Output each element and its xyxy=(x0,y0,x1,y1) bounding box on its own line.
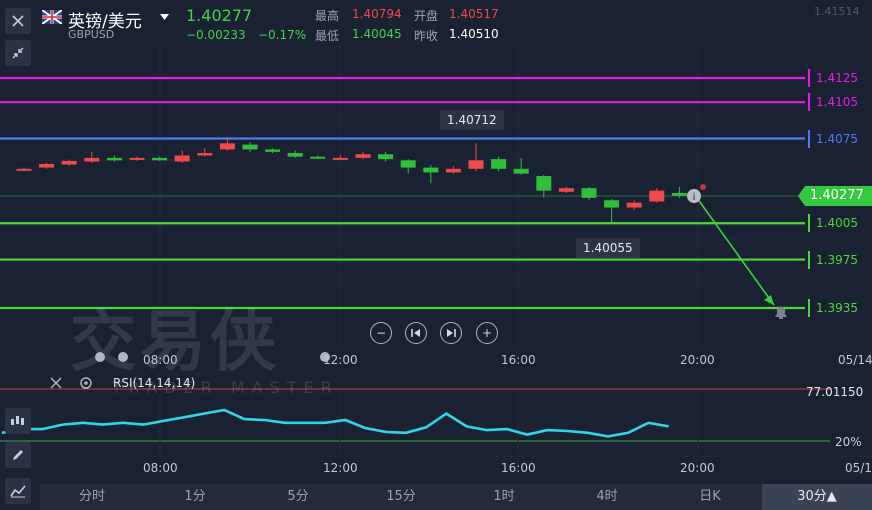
step-back-button[interactable] xyxy=(405,322,427,344)
current-price-tag: 1.40277 xyxy=(798,186,872,206)
level-label: 1.4105 xyxy=(808,93,872,112)
line-chart-icon xyxy=(10,485,26,498)
candle-body[interactable] xyxy=(265,149,281,152)
candle-body[interactable] xyxy=(287,153,303,157)
candle-body[interactable] xyxy=(445,168,461,173)
candle-body[interactable] xyxy=(219,143,235,150)
candle-body[interactable] xyxy=(536,176,552,191)
tab-4hour[interactable]: 4时 xyxy=(567,484,647,510)
candle-body[interactable] xyxy=(310,156,326,159)
time-label: 05/14 xyxy=(838,353,872,367)
candle-body[interactable] xyxy=(604,200,620,208)
plus-icon: + xyxy=(481,326,493,340)
tab-timeline[interactable]: 分时 xyxy=(52,484,132,510)
minus-icon: − xyxy=(375,326,387,340)
rsi-line xyxy=(1,408,669,438)
zoom-out-button[interactable]: − xyxy=(370,322,392,344)
tab-5min[interactable]: 5分 xyxy=(258,484,338,510)
time-label: 20:00 xyxy=(680,461,715,475)
candle-body[interactable] xyxy=(129,157,145,160)
dot-indicator xyxy=(118,352,128,362)
tab-30min[interactable]: 30分▲ xyxy=(762,484,872,510)
level-label: 1.4075 xyxy=(808,129,872,148)
candle-body[interactable] xyxy=(400,160,416,168)
rsi-lower-value: 20% xyxy=(835,435,862,449)
candle-body[interactable] xyxy=(649,190,665,202)
zoom-in-button[interactable]: + xyxy=(476,322,498,344)
candle-body[interactable] xyxy=(671,193,687,196)
tab-daily[interactable]: 日K xyxy=(670,484,750,510)
candle-body[interactable] xyxy=(626,202,642,208)
candle-body[interactable] xyxy=(152,157,168,161)
level-label: 1.4005 xyxy=(808,214,872,233)
step-back-icon xyxy=(411,329,420,337)
close-indicator-icon[interactable] xyxy=(50,377,62,389)
step-forward-button[interactable] xyxy=(440,322,462,344)
time-label: 05/14 xyxy=(845,461,872,475)
level-label: 1.3975 xyxy=(808,250,872,269)
rsi-upper-value: 77.01150 xyxy=(806,385,864,399)
tab-15min[interactable]: 15分 xyxy=(361,484,441,510)
candle-body[interactable] xyxy=(61,160,77,165)
time-label: 08:00 xyxy=(143,461,178,475)
time-label: 20:00 xyxy=(680,353,715,367)
rsi-label: RSI(14,14,14) xyxy=(113,376,196,390)
pencil-icon xyxy=(13,450,23,460)
time-label: 08:00 xyxy=(143,353,178,367)
level-label: 1.3935 xyxy=(808,299,872,317)
forecast-arrow xyxy=(696,197,775,306)
watermark-logo-text: 交易侠 xyxy=(70,303,280,380)
draw-tool-button[interactable] xyxy=(5,442,31,468)
candle-body[interactable] xyxy=(468,160,484,169)
line-chart-button[interactable] xyxy=(5,478,31,504)
candle-body[interactable] xyxy=(84,157,100,162)
level-label: 1.4125 xyxy=(808,69,872,87)
time-label: 16:00 xyxy=(501,461,536,475)
settings-gear-icon[interactable] xyxy=(79,376,93,390)
step-forward-icon xyxy=(447,329,456,337)
current-price-label: 1.40277 xyxy=(810,188,864,203)
candle-body[interactable] xyxy=(242,144,258,150)
indicator-tool-button[interactable] xyxy=(5,408,31,434)
candle-body[interactable] xyxy=(558,188,574,192)
low-price-tooltip: 1.40055 xyxy=(576,238,640,258)
candles-icon xyxy=(11,416,24,425)
candle-body[interactable] xyxy=(197,153,213,156)
candle-body[interactable] xyxy=(332,157,348,160)
candle-body[interactable] xyxy=(581,188,597,198)
candle-body[interactable] xyxy=(378,154,394,160)
candle-body[interactable] xyxy=(513,168,529,174)
candle-body[interactable] xyxy=(355,154,371,158)
time-label: 12:00 xyxy=(323,353,358,367)
tab-1hour[interactable]: 1时 xyxy=(464,484,544,510)
high-price-tooltip: 1.40712 xyxy=(440,110,504,130)
dot-indicator xyxy=(95,352,105,362)
candle-body[interactable] xyxy=(174,155,190,162)
candle-body[interactable] xyxy=(423,167,439,173)
tab-1min[interactable]: 1分 xyxy=(155,484,235,510)
candle-body[interactable] xyxy=(16,168,32,171)
time-label: 16:00 xyxy=(501,353,536,367)
candle-body[interactable] xyxy=(39,163,55,168)
time-label: 12:00 xyxy=(323,461,358,475)
candle-body[interactable] xyxy=(491,159,507,169)
info-icon-glyph: i xyxy=(693,192,696,203)
alert-dot xyxy=(700,184,706,190)
candle-body[interactable] xyxy=(106,157,122,161)
price-chart[interactable]: i xyxy=(0,0,872,510)
